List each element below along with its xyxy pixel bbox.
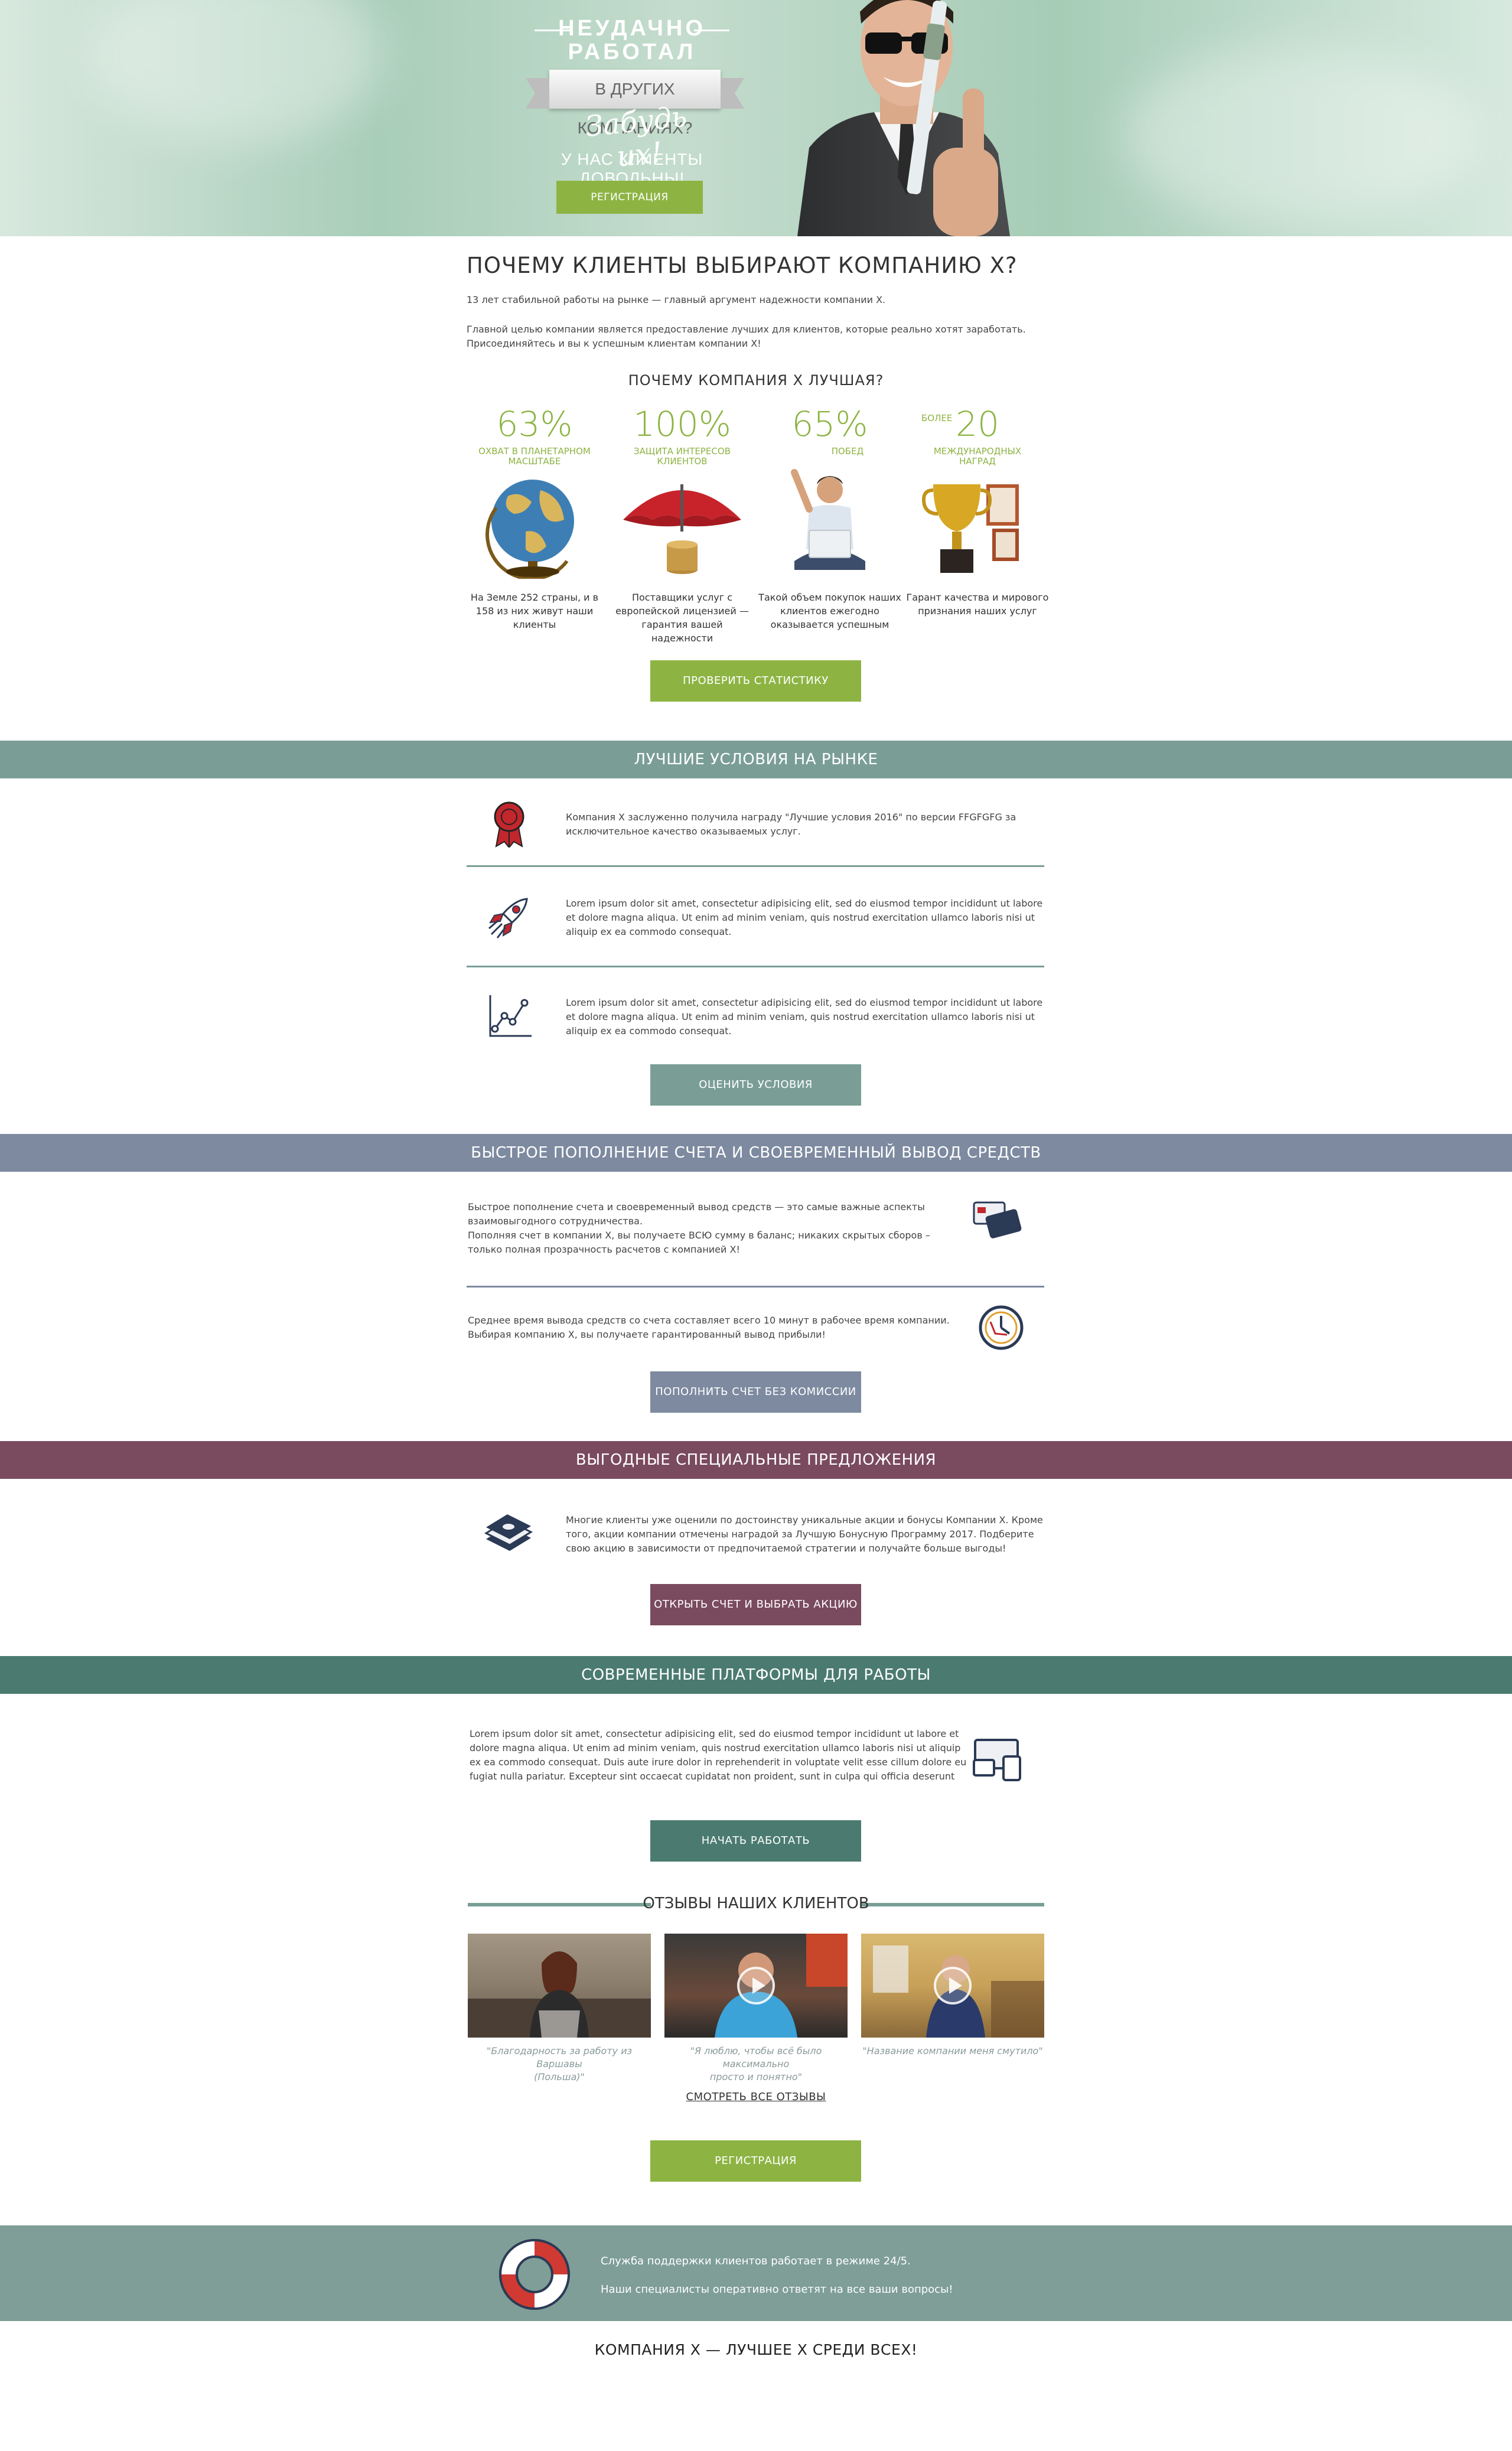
clock-icon	[979, 1305, 1024, 1350]
man-laptop-icon	[791, 469, 865, 570]
stat-description: Гарант качества и мирового признания наши…	[906, 592, 1049, 617]
stat-description: Такой объем покупок наших клиентов ежегод…	[758, 592, 901, 630]
support-banner: Служба поддержки клиентов работает в реж…	[0, 2225, 1512, 2321]
stat-description: Поставщики услуг с европейской лицензией …	[615, 592, 749, 644]
review-quote: "Название компании меня смутило"	[862, 2045, 1043, 2056]
register-button[interactable]: РЕГИСТРАЦИЯ	[556, 181, 703, 214]
all-reviews-link[interactable]: СМОТРЕТЬ ВСЕ ОТЗЫВЫ	[686, 2091, 826, 2103]
review-quote: "Я люблю, чтобы всё было максимально прос…	[690, 2045, 822, 2082]
conditions-row-text: Компания Х заслуженно получила награду "…	[566, 811, 1016, 837]
rocket-icon	[488, 898, 528, 938]
review-video[interactable]	[664, 1934, 848, 2038]
check-stats-button[interactable]: ПРОВЕРИТЬ СТАТИСТИКУ	[650, 660, 861, 702]
deposit-band: БЫСТРОЕ ПОПОЛНЕНИЕ СЧЕТА И СВОЕВРЕМЕННЫЙ…	[0, 1134, 1512, 1172]
support-text: Служба поддержки клиентов работает в реж…	[601, 2255, 911, 2267]
review-video[interactable]	[468, 1934, 651, 2038]
deposit-row-text: Быстрое пополнение счета и своевременный…	[468, 1201, 930, 1255]
conditions-row-text: Lorem ipsum dolor sit amet, consectetur …	[566, 997, 1043, 1037]
platforms-text: Lorem ipsum dolor sit amet, consectetur …	[470, 1728, 967, 1782]
play-icon[interactable]	[737, 1967, 775, 2005]
open-account-button[interactable]: ОТКРЫТЬ СЧЕТ И ВЫБРАТЬ АКЦИЮ	[650, 1584, 861, 1625]
umbrella-icon	[623, 484, 741, 574]
stat-label: ОХВАТ В ПЛАНЕТАРНОМ	[478, 446, 591, 457]
growth-chart-icon	[489, 995, 532, 1037]
conditions-band: ЛУЧШИЕ УСЛОВИЯ НА РЫНКЕ	[0, 741, 1512, 778]
stat-label: ПОБЕД	[831, 446, 864, 457]
goal-paragraph-line: Присоединяйтесь и вы к успешным клиентам…	[467, 338, 761, 349]
support-text: Наши специалисты оперативно ответят на в…	[601, 2283, 953, 2296]
hero-banner: НЕУДАЧНО РАБОТАЛ В ДРУГИХ КОМПАНИЯХ? Забу…	[0, 0, 1512, 236]
money-stack-icon	[484, 1514, 533, 1551]
stat-number: 100%	[633, 404, 731, 444]
play-icon[interactable]	[934, 1967, 972, 2005]
award-icon	[494, 801, 524, 848]
stat-label: МАСШТАБЕ	[508, 456, 561, 467]
deposit-no-fee-button[interactable]: ПОПОЛНИТЬ СЧЕТ БЕЗ КОМИССИИ	[650, 1371, 861, 1413]
conditions-row-text: Lorem ipsum dolor sit amet, consectetur …	[566, 898, 1043, 937]
platforms-band: СОВРЕМЕННЫЕ ПЛАТФОРМЫ ДЛЯ РАБОТЫ	[0, 1656, 1512, 1694]
divider	[467, 1286, 1044, 1288]
stat-number: 20	[956, 404, 999, 444]
why-best-subtitle: ПОЧЕМУ КОМПАНИЯ Х ЛУЧШАЯ?	[628, 372, 884, 389]
reviews-title: ОТЗЫВЫ НАШИХ КЛИЕНТОВ	[643, 1895, 869, 1912]
devices-icon	[973, 1739, 1021, 1781]
trophy-icon	[922, 484, 1019, 573]
goal-paragraph-line: Главной целью компании является предоста…	[467, 324, 1026, 335]
review-quote: "Благодарность за работу из Варшавы (Поль…	[486, 2045, 633, 2082]
stat-label: ЗАЩИТА ИНТЕРЕСОВ	[634, 446, 731, 457]
footer-slogan: КОМПАНИЯ Х — ЛУЧШЕЕ Х СРЕДИ ВСЕХ!	[594, 2341, 918, 2358]
stat-number: 65%	[791, 404, 868, 444]
all-reviews-wrap: СМОТРЕТЬ ВСЕ ОТЗЫВЫ	[0, 2091, 1512, 2103]
offers-band: ВЫГОДНЫЕ СПЕЦИАЛЬНЫЕ ПРЕДЛОЖЕНИЯ	[0, 1441, 1512, 1479]
globe-icon	[485, 480, 574, 579]
stat-label: МЕЖДУНАРОДНЫХ	[933, 446, 1022, 457]
deposit-row-text: Среднее время вывода средств со счета со…	[468, 1315, 950, 1340]
stat-label: КЛИЕНТОВ	[657, 456, 708, 467]
stat-description: На Земле 252 страны, и в 158 из них живут…	[470, 592, 599, 630]
credit-cards-icon	[973, 1201, 1022, 1238]
review-video[interactable]	[861, 1934, 1044, 2038]
register-button[interactable]: РЕГИСТРАЦИЯ	[650, 2140, 861, 2182]
lifebuoy-icon	[499, 2239, 570, 2310]
divider	[467, 865, 1044, 867]
intro-paragraph: 13 лет стабильной работы на рынке — глав…	[467, 294, 886, 305]
page-title: ПОЧЕМУ КЛИЕНТЫ ВЫБИРАЮТ КОМПАНИЮ Х?	[467, 253, 1018, 278]
stat-label: НАГРАД	[959, 456, 996, 467]
divider	[467, 966, 1044, 967]
offers-text: Многие клиенты уже оценили по достоинств…	[566, 1514, 1043, 1554]
evaluate-conditions-button[interactable]: ОЦЕНИТЬ УСЛОВИЯ	[650, 1064, 861, 1106]
stat-number: 63%	[496, 404, 573, 444]
start-working-button[interactable]: НАЧАТЬ РАБОТАТЬ	[650, 1820, 861, 1862]
businessman-thumbs-up-image	[797, 0, 1010, 236]
hero-title: НЕУДАЧНО РАБОТАЛ	[558, 16, 706, 64]
